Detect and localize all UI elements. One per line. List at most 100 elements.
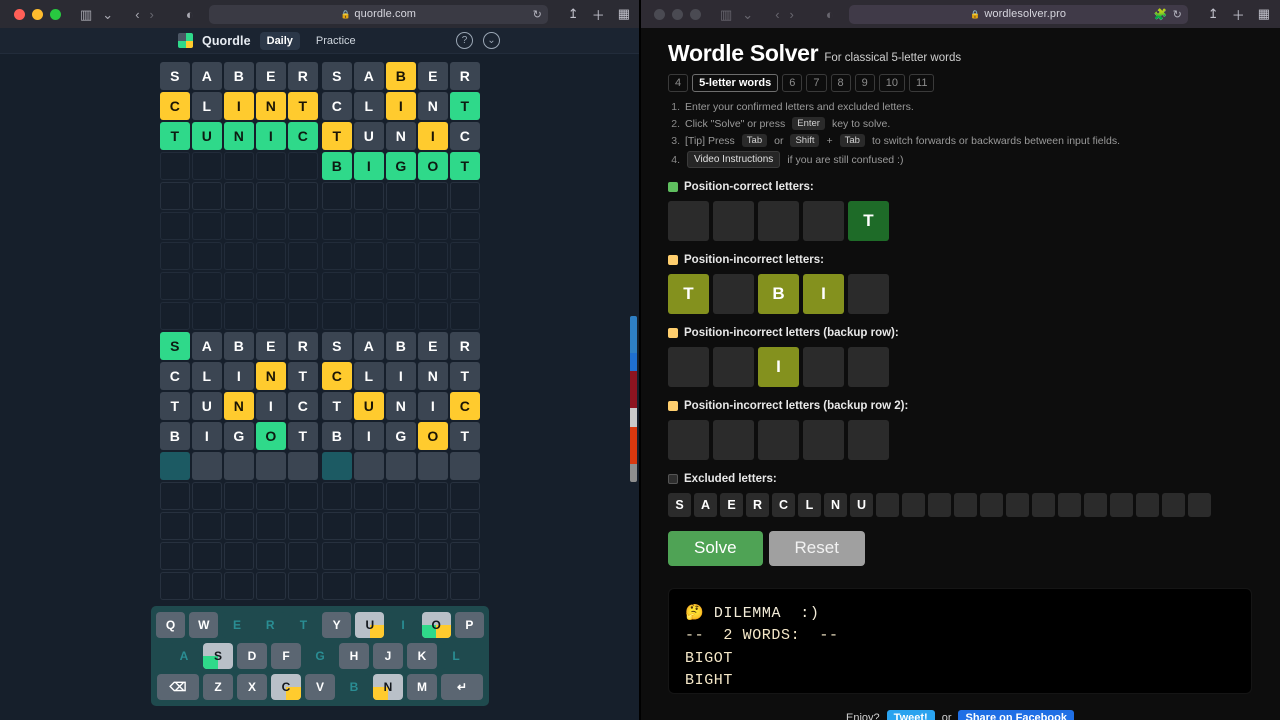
key-b[interactable]: B bbox=[339, 674, 369, 700]
excluded-letter-input-16[interactable] bbox=[1058, 493, 1081, 517]
key-backspace[interactable]: ⌫ bbox=[157, 674, 199, 700]
word-length-tab-7[interactable]: 7 bbox=[806, 74, 827, 92]
back-arrow-icon[interactable]: ‹ bbox=[130, 6, 144, 23]
question-mark-icon[interactable]: ? bbox=[456, 32, 473, 49]
sidebar-icon[interactable]: ▥ bbox=[715, 6, 737, 23]
position-incorrect-backup-input-4[interactable] bbox=[803, 347, 844, 387]
share-facebook-button[interactable]: Share on Facebook bbox=[958, 709, 1074, 720]
key-m[interactable]: M bbox=[407, 674, 437, 700]
key-r[interactable]: R bbox=[255, 612, 285, 638]
position-incorrect-input-5[interactable] bbox=[848, 274, 889, 314]
key-a[interactable]: A bbox=[169, 643, 199, 669]
excluded-letters-inputs[interactable]: SAERCLNU bbox=[668, 493, 1252, 517]
position-incorrect-backup-2-input-5[interactable] bbox=[848, 420, 889, 460]
word-length-tabs[interactable]: 4 5-letter words 6 7 8 9 10 11 bbox=[668, 74, 1252, 92]
key-f[interactable]: F bbox=[271, 643, 301, 669]
video-instructions-button[interactable]: Video Instructions bbox=[687, 151, 781, 168]
position-correct-input-4[interactable] bbox=[803, 201, 844, 241]
word-length-tab-6[interactable]: 6 bbox=[782, 74, 803, 92]
position-correct-input-5[interactable]: T bbox=[848, 201, 889, 241]
word-length-tab-10[interactable]: 10 bbox=[878, 74, 906, 92]
key-k[interactable]: K bbox=[407, 643, 437, 669]
excluded-letter-input-2[interactable]: A bbox=[694, 493, 717, 517]
position-incorrect-input-1[interactable]: T bbox=[668, 274, 709, 314]
word-length-tab-5-letter-words[interactable]: 5-letter words bbox=[692, 74, 779, 92]
position-incorrect-backup-input-3[interactable]: I bbox=[758, 347, 799, 387]
excluded-letter-input-15[interactable] bbox=[1032, 493, 1055, 517]
position-incorrect-input-3[interactable]: B bbox=[758, 274, 799, 314]
sidebar-icon[interactable]: ▥ bbox=[75, 6, 97, 23]
excluded-letter-input-13[interactable] bbox=[980, 493, 1003, 517]
reset-button[interactable]: Reset bbox=[768, 531, 865, 566]
chevron-down-icon[interactable]: ⌄ bbox=[97, 6, 118, 23]
excluded-letter-input-10[interactable] bbox=[902, 493, 925, 517]
key-g[interactable]: G bbox=[305, 643, 335, 669]
position-incorrect-inputs[interactable]: T BI bbox=[668, 274, 1252, 314]
position-correct-input-1[interactable] bbox=[668, 201, 709, 241]
excluded-letter-input-7[interactable]: N bbox=[824, 493, 847, 517]
position-incorrect-backup-input-5[interactable] bbox=[848, 347, 889, 387]
excluded-letter-input-8[interactable]: U bbox=[850, 493, 873, 517]
window-traffic-lights-inactive[interactable] bbox=[654, 8, 701, 20]
maximize-window-button[interactable] bbox=[690, 8, 701, 20]
key-c[interactable]: C bbox=[271, 674, 301, 700]
key-e[interactable]: E bbox=[222, 612, 252, 638]
page-scroll-indicator[interactable] bbox=[630, 316, 637, 482]
forward-arrow-icon[interactable]: › bbox=[145, 6, 159, 23]
close-window-button[interactable] bbox=[654, 8, 665, 20]
word-length-tab-8[interactable]: 8 bbox=[830, 74, 851, 92]
key-n[interactable]: N bbox=[373, 674, 403, 700]
position-incorrect-backup-2-input-4[interactable] bbox=[803, 420, 844, 460]
key-enter[interactable]: ↵ bbox=[441, 674, 483, 700]
key-x[interactable]: X bbox=[237, 674, 267, 700]
privacy-shield-icon[interactable]: ◐ bbox=[821, 6, 839, 23]
key-i[interactable]: I bbox=[388, 612, 418, 638]
close-window-button[interactable] bbox=[14, 8, 25, 20]
excluded-letter-input-1[interactable]: S bbox=[668, 493, 691, 517]
address-bar-right[interactable]: 🔒 wordlesolver.pro 🧩 ↻ bbox=[848, 4, 1188, 24]
excluded-letter-input-3[interactable]: E bbox=[720, 493, 743, 517]
excluded-letter-input-21[interactable] bbox=[1188, 493, 1211, 517]
key-w[interactable]: W bbox=[189, 612, 219, 638]
excluded-letter-input-9[interactable] bbox=[876, 493, 899, 517]
excluded-letter-input-5[interactable]: C bbox=[772, 493, 795, 517]
position-correct-inputs[interactable]: T bbox=[668, 201, 1252, 241]
key-l[interactable]: L bbox=[441, 643, 471, 669]
excluded-letter-input-4[interactable]: R bbox=[746, 493, 769, 517]
key-q[interactable]: Q bbox=[155, 612, 186, 638]
share-icon[interactable]: ↥ bbox=[568, 6, 579, 22]
position-incorrect-backup-2-input-3[interactable] bbox=[758, 420, 799, 460]
key-s[interactable]: S bbox=[203, 643, 233, 669]
tab-practice[interactable]: Practice bbox=[309, 32, 363, 50]
tab-overview-icon[interactable]: ▦ bbox=[618, 6, 630, 22]
excluded-letter-input-14[interactable] bbox=[1006, 493, 1029, 517]
word-length-tab-4[interactable]: 4 bbox=[668, 74, 689, 92]
excluded-letter-input-17[interactable] bbox=[1084, 493, 1107, 517]
tweet-button[interactable]: Tweet! bbox=[886, 709, 935, 720]
position-incorrect-backup-2-inputs[interactable] bbox=[668, 420, 1252, 460]
extension-icon[interactable]: 🧩 bbox=[1154, 8, 1168, 21]
reload-icon[interactable]: ↻ bbox=[533, 8, 542, 21]
maximize-window-button[interactable] bbox=[50, 8, 61, 20]
position-incorrect-backup-input-2[interactable] bbox=[713, 347, 754, 387]
minimize-window-button[interactable] bbox=[672, 8, 683, 20]
excluded-letter-input-19[interactable] bbox=[1136, 493, 1159, 517]
share-icon[interactable]: ↥ bbox=[1208, 6, 1219, 22]
tab-overview-icon[interactable]: ▦ bbox=[1258, 6, 1270, 22]
position-incorrect-backup-2-input-2[interactable] bbox=[713, 420, 754, 460]
key-j[interactable]: J bbox=[373, 643, 403, 669]
excluded-letter-input-6[interactable]: L bbox=[798, 493, 821, 517]
address-bar-left[interactable]: 🔒 quordle.com ↻ bbox=[208, 4, 548, 24]
excluded-letter-input-18[interactable] bbox=[1110, 493, 1133, 517]
key-t[interactable]: T bbox=[288, 612, 318, 638]
excluded-letter-input-11[interactable] bbox=[928, 493, 951, 517]
forward-arrow-icon[interactable]: › bbox=[785, 6, 799, 23]
solve-button[interactable]: Solve bbox=[668, 531, 763, 566]
position-correct-input-3[interactable] bbox=[758, 201, 799, 241]
position-incorrect-backup-2-input-1[interactable] bbox=[668, 420, 709, 460]
reload-icon[interactable]: ↻ bbox=[1173, 8, 1182, 21]
minimize-window-button[interactable] bbox=[32, 8, 43, 20]
key-p[interactable]: P bbox=[454, 612, 485, 638]
position-correct-input-2[interactable] bbox=[713, 201, 754, 241]
back-arrow-icon[interactable]: ‹ bbox=[770, 6, 784, 23]
